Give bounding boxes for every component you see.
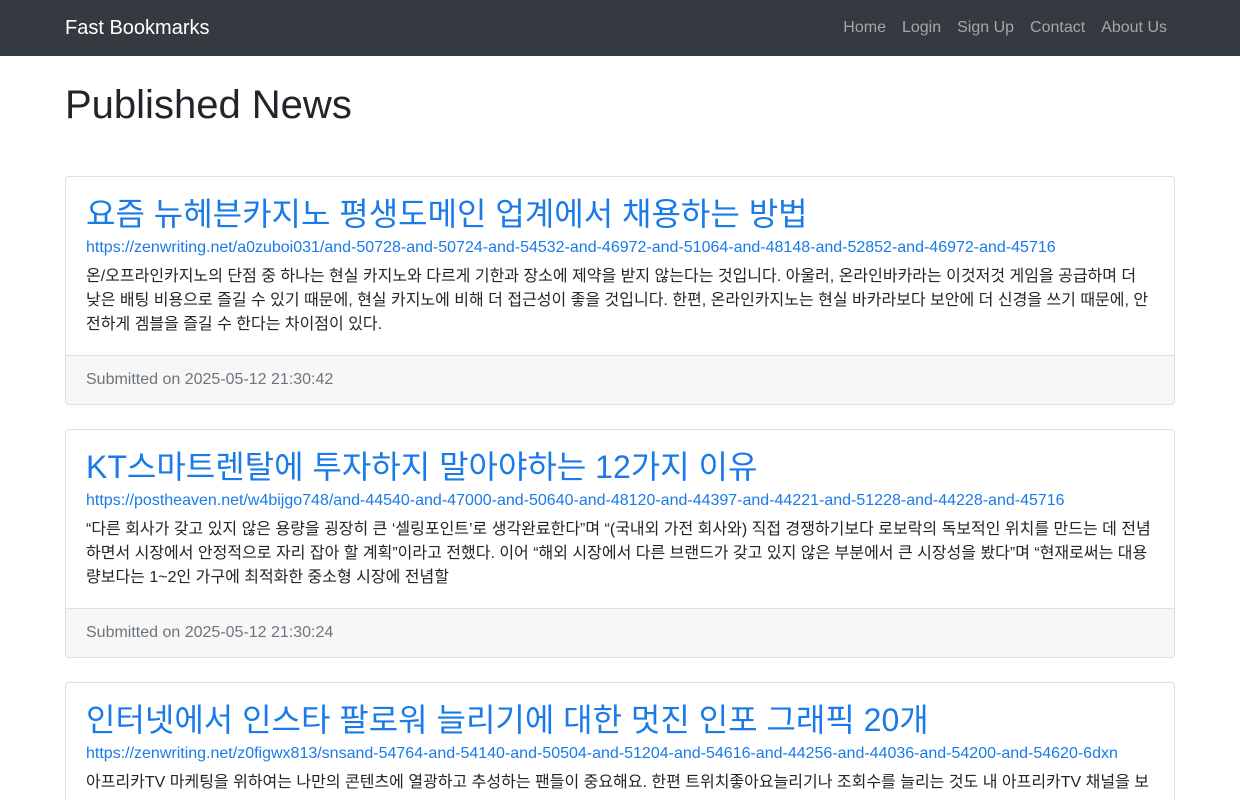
news-card: 요즘 뉴헤븐카지노 평생도메인 업계에서 채용하는 방법 https://zen… <box>65 176 1175 405</box>
nav-link-about-us[interactable]: About Us <box>1093 11 1175 45</box>
news-title-link[interactable]: 인터넷에서 인스타 팔로워 늘리기에 대한 멋진 인포 그래픽 20개 <box>86 700 1154 740</box>
top-navbar: Fast Bookmarks Home Login Sign Up Contac… <box>0 0 1240 56</box>
card-body: 요즘 뉴헤븐카지노 평생도메인 업계에서 채용하는 방법 https://zen… <box>66 177 1174 355</box>
news-url-link[interactable]: https://postheaven.net/w4bijgo748/and-44… <box>86 490 1154 512</box>
news-card: 인터넷에서 인스타 팔로워 늘리기에 대한 멋진 인포 그래픽 20개 http… <box>65 682 1175 800</box>
news-excerpt: 아프리카TV 마케팅을 위하여는 나만의 콘텐츠에 열광하고 추성하는 팬들이 … <box>86 774 1149 791</box>
nav-link-login[interactable]: Login <box>894 11 949 45</box>
nav-link-contact[interactable]: Contact <box>1022 11 1093 45</box>
card-body: KT스마트렌탈에 투자하지 말아야하는 12가지 이유 https://post… <box>66 430 1174 608</box>
news-url-link[interactable]: https://zenwriting.net/a0zuboi031/and-50… <box>86 237 1154 259</box>
brand-logo-link[interactable]: Fast Bookmarks <box>65 0 209 56</box>
card-footer-submitted: Submitted on 2025-05-12 21:30:24 <box>66 608 1174 657</box>
news-title-link[interactable]: 요즘 뉴헤븐카지노 평생도메인 업계에서 채용하는 방법 <box>86 194 1154 234</box>
news-card: KT스마트렌탈에 투자하지 말아야하는 12가지 이유 https://post… <box>65 429 1175 658</box>
page-title: Published News <box>65 83 352 127</box>
nav-link-sign-up[interactable]: Sign Up <box>949 11 1022 45</box>
nav-links: Home Login Sign Up Contact About Us <box>835 0 1175 56</box>
card-body: 인터넷에서 인스타 팔로워 늘리기에 대한 멋진 인포 그래픽 20개 http… <box>66 683 1174 800</box>
card-footer-submitted: Submitted on 2025-05-12 21:30:42 <box>66 355 1174 404</box>
news-title-link[interactable]: KT스마트렌탈에 투자하지 말아야하는 12가지 이유 <box>86 447 1154 487</box>
news-excerpt: “다른 회사가 갖고 있지 않은 용량을 굉장히 큰 ‘셀링포인트’로 생각완료… <box>86 521 1151 586</box>
main-container: Published News 요즘 뉴헤븐카지노 평생도메인 업계에서 채용하는… <box>65 56 1175 800</box>
news-url-link[interactable]: https://zenwriting.net/z0figwx813/snsand… <box>86 743 1154 765</box>
news-excerpt: 온/오프라인카지노의 단점 중 하나는 현실 카지노와 다르게 기한과 장소에 … <box>86 268 1149 333</box>
nav-link-home[interactable]: Home <box>835 11 894 45</box>
